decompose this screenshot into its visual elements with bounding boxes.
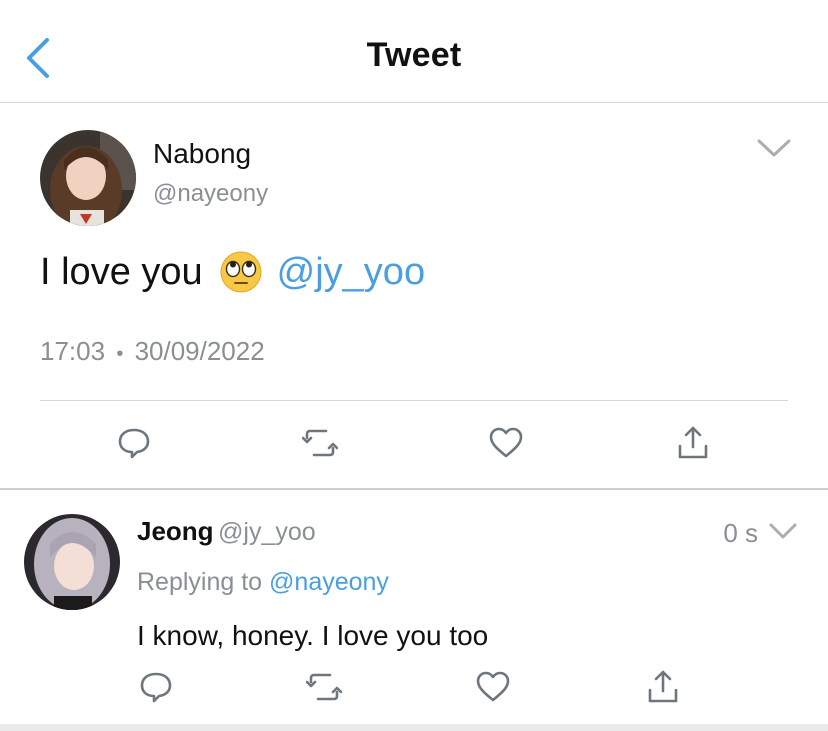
reply-author-name[interactable]: Jeong (137, 516, 214, 546)
heart-icon (489, 427, 523, 458)
timestamp-separator: • (116, 343, 124, 365)
page-title: Tweet (366, 36, 462, 74)
heart-icon (476, 671, 510, 702)
retweet-button[interactable] (295, 418, 345, 468)
section-divider (0, 488, 828, 490)
reply-retweet-button[interactable] (299, 662, 349, 712)
chevron-down-icon (757, 139, 791, 157)
rolling-eyes-emoji-icon (219, 250, 263, 294)
reply-text: I know, honey. I love you too (137, 620, 489, 651)
reply-options-button[interactable] (768, 521, 798, 541)
reply-like-button[interactable] (468, 662, 518, 712)
like-button[interactable] (481, 418, 531, 468)
tweet-mention-link[interactable]: @jy_yoo (277, 251, 425, 294)
author-name[interactable]: Nabong (153, 138, 251, 170)
replying-to-handle[interactable]: @nayeony (269, 568, 389, 596)
replying-to: Replying to @nayeony (137, 568, 389, 597)
reply-author: Jeong @jy_yoo (137, 516, 316, 547)
reply-icon (140, 672, 172, 703)
share-icon (678, 426, 708, 459)
replying-to-label: Replying to (137, 568, 263, 596)
reply-button[interactable] (109, 418, 159, 468)
reply-time: 0 s (723, 518, 758, 548)
tweet-date: 30/09/2022 (134, 336, 265, 366)
author-avatar[interactable] (40, 130, 136, 226)
tweet-text-body: I love you (40, 250, 203, 293)
tweet-time: 17:03 (40, 336, 106, 366)
reply-author-handle[interactable]: @jy_yoo (218, 518, 316, 546)
bottom-divider (0, 724, 828, 731)
reply-share-button[interactable] (638, 662, 688, 712)
reply-author-avatar[interactable] (24, 514, 120, 610)
chevron-down-icon (769, 523, 797, 539)
reply-icon (118, 428, 150, 459)
retweet-icon (302, 429, 338, 457)
share-icon (648, 670, 678, 703)
divider (40, 400, 788, 401)
share-button[interactable] (668, 418, 718, 468)
tweet-options-button[interactable] (756, 136, 792, 160)
tweet-timestamp: 17:03 • 30/09/2022 (40, 336, 265, 367)
retweet-icon (306, 673, 342, 701)
tweet-text: I love you @jy_yoo (40, 250, 425, 294)
reply-reply-button[interactable] (131, 662, 181, 712)
author-handle[interactable]: @nayeony (153, 180, 268, 208)
